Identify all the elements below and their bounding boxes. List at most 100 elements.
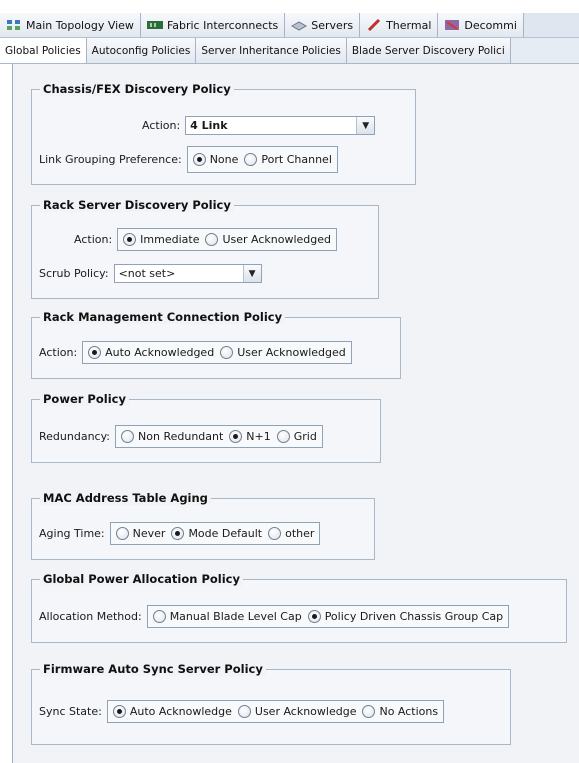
radio-label: Auto Acknowledged (105, 346, 215, 359)
radio-indicator (307, 610, 321, 623)
firmware-auto-sync-server-policy-group: Firmware Auto Sync Server Policy Sync St… (31, 662, 511, 745)
sync-state-radio-group: Auto Acknowledge User Acknowledge No Act… (106, 700, 445, 723)
redundancy-radio-group: Non Redundant N+1 Grid (115, 425, 323, 448)
radio-label: Grid (293, 430, 317, 443)
radio-indicator (115, 527, 129, 540)
radio-n-plus-1[interactable]: N+1 (229, 430, 271, 443)
radio-indicator (121, 430, 135, 443)
tab-servers[interactable]: Servers (285, 13, 361, 37)
tab-server-inheritance-policies[interactable]: Server Inheritance Policies (196, 38, 347, 63)
rack-mgmt-action-radio-group: Auto Acknowledged User Acknowledged (82, 341, 352, 364)
sync-state-label: Sync State: (39, 705, 102, 718)
aging-time-label: Aging Time: (39, 527, 105, 540)
radio-label: Non Redundant (138, 430, 224, 443)
redundancy-label: Redundancy: (39, 430, 111, 443)
fabric-interconnect-icon (146, 19, 163, 31)
radio-label: User Acknowledged (237, 346, 346, 359)
allocation-method-label: Allocation Method: (39, 610, 142, 623)
radio-port-channel[interactable]: Port Channel (244, 153, 332, 166)
chevron-down-icon: ▼ (356, 117, 375, 134)
tab-fabric-interconnects[interactable]: Fabric Interconnects (140, 13, 286, 37)
tab-main-topology-view[interactable]: Main Topology View (0, 13, 141, 37)
radio-indicator (244, 153, 258, 166)
radio-label: Policy Driven Chassis Group Cap (324, 610, 504, 623)
group-title: MAC Address Table Aging (40, 491, 211, 505)
tab-autoconfig-policies[interactable]: Autoconfig Policies (86, 38, 197, 63)
radio-non-redundant[interactable]: Non Redundant (121, 430, 223, 443)
rack-discovery-action-radio-group: Immediate User Acknowledged (117, 228, 338, 251)
radio-label: User Acknowledged (222, 233, 332, 246)
radio-label: other (285, 527, 315, 540)
chassis-discovery-policy-group: Chassis/FEX Discovery Policy Action: 4 L… (31, 82, 416, 185)
radio-policy-driven-chassis-group-cap[interactable]: Policy Driven Chassis Group Cap (307, 610, 504, 623)
radio-indicator (123, 233, 137, 246)
radio-label: User Acknowledge (254, 705, 357, 718)
chevron-down-icon: ▼ (242, 265, 261, 282)
radio-label: Auto Acknowledge (129, 705, 232, 718)
radio-indicator (171, 527, 185, 540)
radio-label: Immediate (140, 233, 200, 246)
global-power-allocation-policy-group: Global Power Allocation Policy Allocatio… (31, 572, 567, 643)
radio-indicator (192, 153, 206, 166)
tab-decommissioned[interactable]: Decommi (438, 13, 524, 37)
radio-manual-blade-level-cap[interactable]: Manual Blade Level Cap (152, 610, 302, 623)
allocation-method-radio-group: Manual Blade Level Cap Policy Driven Cha… (146, 605, 510, 628)
tab-label: Autoconfig Policies (91, 44, 191, 57)
radio-indicator (362, 705, 376, 718)
radio-none[interactable]: None (192, 153, 239, 166)
radio-immediate[interactable]: Immediate (123, 233, 199, 246)
group-title: Global Power Allocation Policy (40, 572, 243, 586)
tab-thermal[interactable]: Thermal (360, 13, 439, 37)
select-value: 4 Link (190, 119, 228, 132)
radio-indicator (229, 430, 243, 443)
radio-indicator (112, 705, 126, 718)
radio-no-actions[interactable]: No Actions (362, 705, 438, 718)
radio-indicator (237, 705, 251, 718)
link-grouping-label: Link Grouping Preference: (39, 153, 182, 166)
chassis-action-select[interactable]: 4 Link ▼ (185, 116, 376, 135)
mac-address-table-aging-group: MAC Address Table Aging Aging Time: Neve… (31, 491, 375, 560)
radio-label: Mode Default (188, 527, 263, 540)
radio-grid[interactable]: Grid (276, 430, 317, 443)
action-label: Action: (142, 119, 181, 132)
link-grouping-radio-group: None Port Channel (186, 146, 338, 173)
aging-time-radio-group: Never Mode Default other (109, 522, 321, 545)
group-title: Rack Server Discovery Policy (40, 198, 234, 212)
scrub-policy-select[interactable]: <not set> ▼ (113, 264, 262, 283)
radio-indicator (220, 346, 234, 359)
decommission-icon (444, 19, 460, 31)
tab-blade-server-discovery-policies[interactable]: Blade Server Discovery Polici (346, 38, 511, 63)
radio-indicator (276, 430, 290, 443)
tab-label: Main Topology View (26, 18, 134, 32)
radio-auto-acknowledge[interactable]: Auto Acknowledge (112, 705, 232, 718)
radio-indicator (268, 527, 282, 540)
radio-label: None (209, 153, 239, 166)
tab-label: Blade Server Discovery Polici (351, 44, 505, 57)
radio-label: No Actions (379, 705, 439, 718)
radio-label: Never (132, 527, 166, 540)
group-title: Firmware Auto Sync Server Policy (40, 662, 266, 676)
radio-user-acknowledged[interactable]: User Acknowledged (205, 233, 331, 246)
radio-indicator (152, 610, 166, 623)
tab-label: Decommi (464, 18, 517, 32)
servers-icon (291, 19, 308, 31)
sub-tab-bar: Global Policies Autoconfig Policies Serv… (0, 38, 579, 64)
topology-icon (6, 19, 22, 31)
select-value: <not set> (118, 267, 176, 280)
global-policies-panel: Chassis/FEX Discovery Policy Action: 4 L… (12, 64, 579, 763)
tab-label: Global Policies (5, 44, 81, 57)
radio-never[interactable]: Never (115, 527, 166, 540)
tab-label: Thermal (386, 18, 432, 32)
tab-global-policies[interactable]: Global Policies (0, 38, 87, 63)
tab-label: Server Inheritance Policies (201, 44, 341, 57)
main-tab-bar: Main Topology View Fabric Interconnects … (0, 13, 579, 38)
radio-auto-acknowledged[interactable]: Auto Acknowledged (88, 346, 214, 359)
radio-user-acknowledged[interactable]: User Acknowledged (220, 346, 346, 359)
radio-user-acknowledge[interactable]: User Acknowledge (237, 705, 357, 718)
radio-other[interactable]: other (268, 527, 314, 540)
rack-server-discovery-policy-group: Rack Server Discovery Policy Action: Imm… (31, 198, 379, 299)
group-title: Chassis/FEX Discovery Policy (40, 82, 234, 96)
thermal-icon (366, 18, 382, 32)
radio-mode-default[interactable]: Mode Default (171, 527, 262, 540)
power-policy-group: Power Policy Redundancy: Non Redundant N… (31, 392, 381, 463)
